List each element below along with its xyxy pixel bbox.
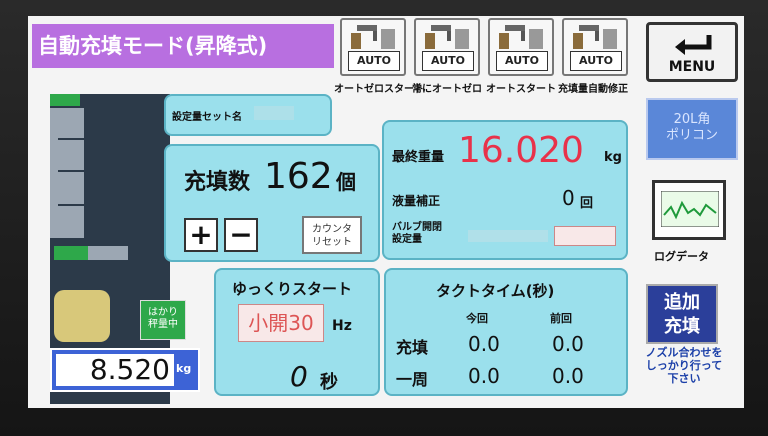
takt-row-prev-value: 0.0 [552,364,584,388]
fill-count-label: 充填数 [184,170,251,195]
scale-weight-unit: kg [176,362,192,375]
fill-count-panel: 充填数 162 個 + − カウンタ リセット [164,144,380,262]
takt-row-label: 充填 [396,338,429,357]
auto-start-label: オートスタート [486,84,556,95]
lift-arm [88,246,128,260]
valve-setting-value [468,230,548,242]
takt-row-label: 一周 [396,370,429,389]
log-data-label: ログデータ [654,250,709,263]
filling-machine-icon [351,25,395,49]
fill-count-unit: 個 [336,170,356,194]
auto-caption: AUTO [422,51,474,71]
takt-time-title: タクトタイム(秒) [436,282,555,300]
slow-start-label: ゆっくりスタート [232,280,353,298]
slow-start-panel: ゆっくりスタート 小開30 Hz 0 秒 [214,268,380,396]
set-name-value [254,106,294,120]
weighing-status-badge: はかり 秤量中 [140,300,186,340]
container-drum [54,290,110,342]
auto-caption: AUTO [348,51,400,71]
scale-weight-display: 8.520 kg [50,348,200,392]
log-data-button[interactable] [652,180,726,240]
mode-title: 自動充填モード(昇降式) [32,24,334,68]
container-type-button[interactable]: 20L角 ポリコン [646,98,738,160]
touch-screen: 自動充填モード(昇降式) AUTO AUTO AUTO AUTO オートゼロスタ… [28,16,744,408]
slow-start-frequency-input[interactable]: 小開30 [238,304,324,342]
slow-start-seconds-value: 0 [290,360,308,393]
nozzle-notice: ノズル合わせを しっかり行って 下さい [645,346,723,385]
final-weight-unit: kg [604,150,622,165]
lower-indicator [54,246,88,260]
column-previous: 前回 [550,312,572,325]
column-this-time: 今回 [466,312,488,325]
auto-zero-start-label: オートゼロスタート [334,84,424,95]
filling-machine-icon [499,25,543,49]
final-weight-value: 16.020 [458,130,584,171]
valve-setting-label: バルブ開閉 設定量 [392,222,442,245]
fill-count-value: 162 [264,156,333,197]
takt-time-panel: タクトタイム(秒) 今回 前回 充填 0.0 0.0 一周 0.0 0.0 [384,268,628,396]
auto-fill-correction-button[interactable]: AUTO [562,18,628,76]
menu-label: MENU [668,59,716,75]
scale-weight-value: 8.520 [56,354,174,386]
set-name-panel[interactable]: 設定量セット名 [164,94,332,136]
volume-correction-value: 0 [562,186,575,210]
filling-machine-icon [573,25,617,49]
column-line [58,138,84,140]
auto-caption: AUTO [496,51,548,71]
column-line [58,204,84,206]
final-weight-label: 最終重量 [392,150,445,165]
auto-zero-start-button[interactable]: AUTO [340,18,406,76]
menu-button[interactable]: MENU [646,22,738,82]
filling-machine-icon [425,25,469,49]
count-minus-button[interactable]: − [224,218,258,252]
upper-indicator [50,94,80,106]
takt-row-this-value: 0.0 [468,364,500,388]
return-arrow-icon [675,35,712,55]
volume-correction-label: 液量補正 [392,194,441,208]
count-plus-button[interactable]: + [184,218,218,252]
takt-row-prev-value: 0.0 [552,332,584,356]
auto-start-button[interactable]: AUTO [488,18,554,76]
tank-area: はかり 秤量中 8.520 kg [50,94,200,404]
valve-setting-button[interactable] [554,226,616,246]
set-name-label: 設定量セット名 [172,112,242,123]
nozzle-column [50,108,84,238]
always-auto-zero-label: 常にオートゼロ [412,84,482,95]
auto-fill-correction-label: 充填量自動修正 [558,84,628,95]
seconds-unit: 秒 [320,372,338,393]
auto-caption: AUTO [570,51,622,71]
frequency-unit: Hz [332,318,352,334]
always-auto-zero-button[interactable]: AUTO [414,18,480,76]
takt-row-this-value: 0.0 [468,332,500,356]
line-graph-icon [661,191,719,227]
counter-reset-button[interactable]: カウンタ リセット [302,216,362,254]
column-line [58,170,84,172]
weight-panel: 最終重量 16.020 kg 液量補正 0 回 バルブ開閉 設定量 [382,120,628,260]
volume-correction-unit: 回 [580,196,594,211]
add-fill-button[interactable]: 追加 充填 [646,284,718,344]
